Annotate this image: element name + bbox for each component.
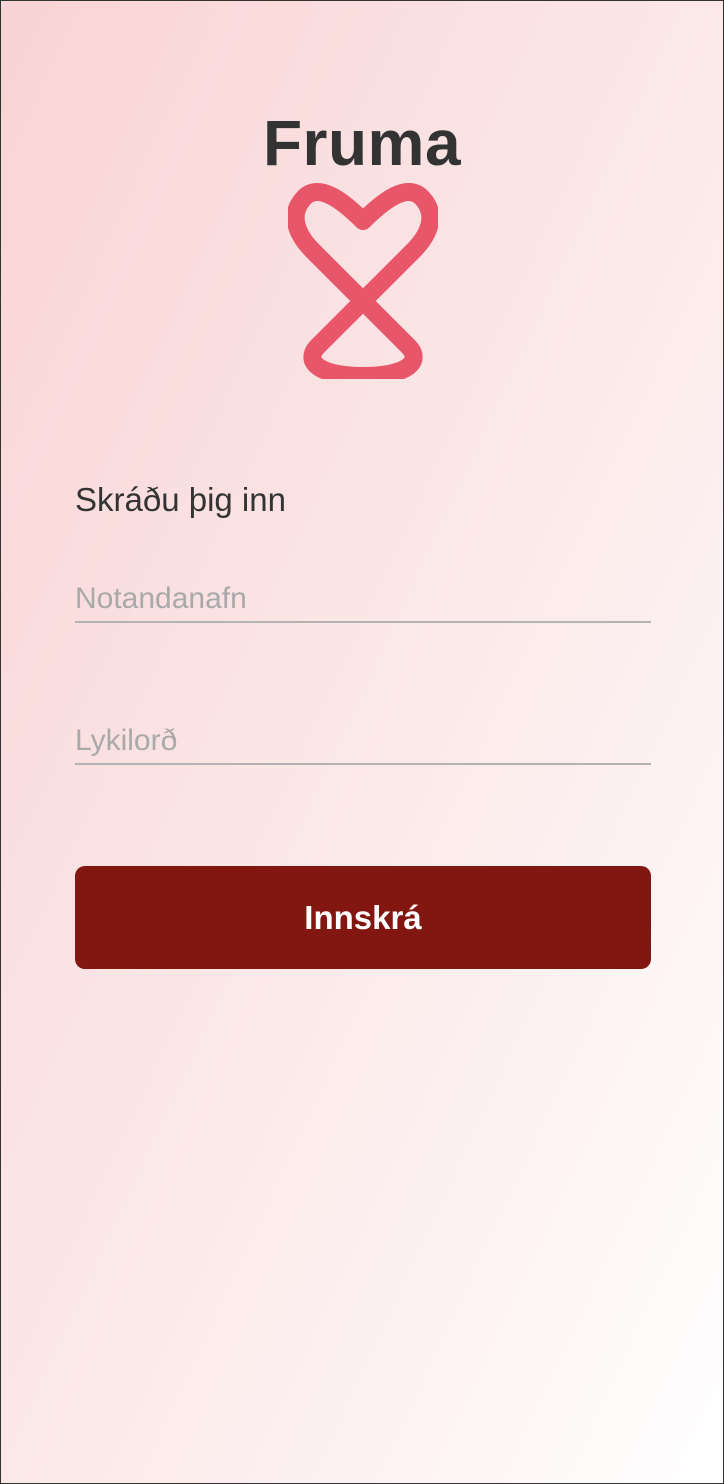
login-button[interactable]: Innskrá — [75, 866, 651, 969]
app-title: Fruma — [262, 107, 462, 179]
heart-loop-ribbon-icon — [288, 183, 438, 379]
login-heading: Skráðu þig inn — [75, 481, 286, 518]
login-screen: Fruma Skráðu þig inn Innskrá — [0, 0, 724, 1484]
password-field[interactable] — [75, 719, 651, 765]
username-field[interactable] — [75, 577, 651, 623]
